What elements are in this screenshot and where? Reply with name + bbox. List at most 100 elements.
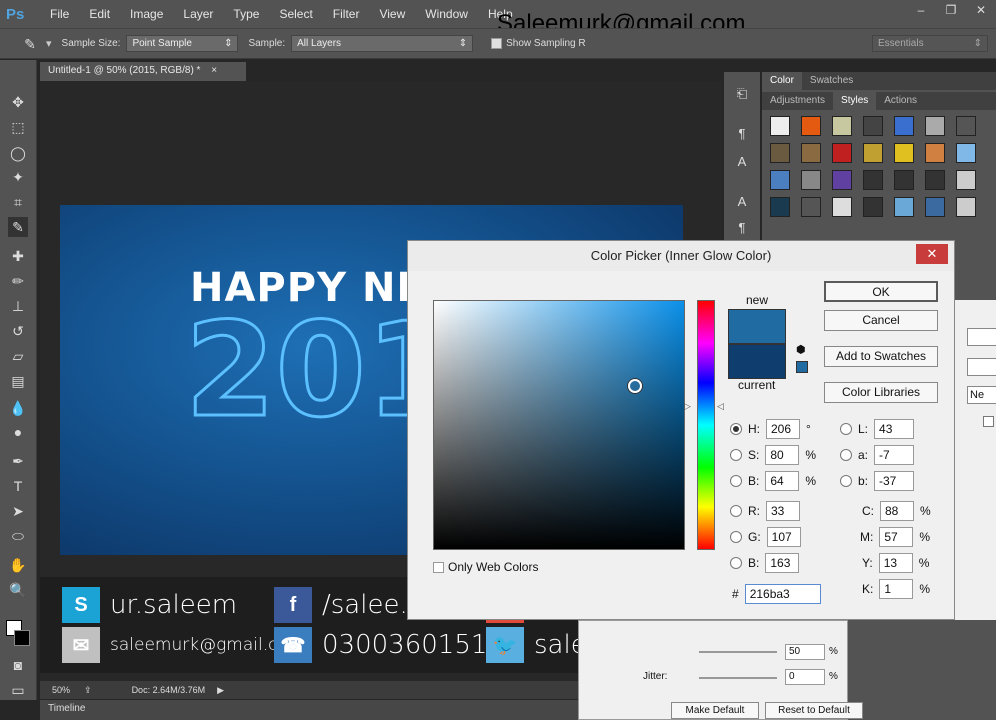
lasso-tool-icon[interactable]: ◯ — [8, 143, 28, 163]
document-tab[interactable]: Untitled-1 @ 50% (2015, RGB/8) * × — [40, 62, 246, 81]
crop-tool-icon[interactable]: ⌗ — [8, 192, 28, 212]
lab-l-radio[interactable] — [840, 423, 852, 435]
clone-stamp-icon[interactable]: ⊥ — [8, 296, 28, 316]
gamut-cube-icon[interactable]: ⬢ — [796, 343, 806, 356]
blue-field[interactable]: 163 — [765, 553, 800, 573]
pen-tool-icon[interactable]: ✒ — [8, 451, 28, 471]
preview-checkbox[interactable] — [983, 416, 994, 427]
healing-brush-icon[interactable]: ✚ — [8, 246, 28, 266]
close-tab-icon[interactable]: × — [211, 65, 217, 76]
jitter-slider[interactable] — [699, 677, 777, 679]
tab-actions[interactable]: Actions — [876, 92, 925, 110]
menu-filter[interactable]: Filter — [323, 7, 370, 21]
tab-adjustments[interactable]: Adjustments — [762, 92, 833, 110]
menu-window[interactable]: Window — [415, 7, 478, 21]
style-swatch[interactable] — [925, 116, 945, 136]
style-swatch[interactable] — [770, 197, 790, 217]
style-swatch[interactable] — [770, 143, 790, 163]
zoom-tool-icon[interactable]: 🔍 — [8, 580, 28, 600]
hue-slider[interactable] — [697, 300, 715, 550]
show-ring-toggle[interactable]: Show Sampling R — [491, 38, 586, 49]
style-swatch[interactable] — [925, 143, 945, 163]
workspace-select[interactable]: Essentials ⇕ — [872, 35, 988, 52]
hue-field[interactable]: 206 — [766, 419, 800, 439]
make-default-button[interactable]: Make Default — [671, 702, 759, 719]
lab-a-radio[interactable] — [840, 449, 852, 461]
close-icon[interactable]: ✕ — [970, 3, 992, 17]
style-swatch[interactable] — [925, 170, 945, 190]
tab-styles[interactable]: Styles — [833, 92, 877, 110]
menu-select[interactable]: Select — [269, 7, 322, 21]
eraser-tool-icon[interactable]: ▱ — [8, 346, 28, 366]
reset-default-button[interactable]: Reset to Default — [765, 702, 863, 719]
saturation-brightness-field[interactable] — [433, 300, 685, 550]
paragraph-panel-icon[interactable]: ¶ — [732, 124, 752, 144]
style-swatch[interactable] — [801, 197, 821, 217]
eyedropper-tool-icon[interactable]: ✎ — [8, 217, 28, 237]
style-swatch[interactable] — [956, 170, 976, 190]
shape-tool-icon[interactable]: ⬭ — [8, 526, 28, 546]
brightness-radio[interactable] — [730, 475, 742, 487]
restore-icon[interactable]: ❐ — [940, 3, 962, 17]
sample-size-select[interactable]: Point Sample ⇕ — [126, 35, 239, 52]
hand-tool-icon[interactable]: ✋ — [8, 555, 28, 575]
sample-select[interactable]: All Layers ⇕ — [291, 35, 474, 52]
style-swatch[interactable] — [956, 116, 976, 136]
magenta-field[interactable]: 57 — [879, 527, 914, 547]
color-sample-ring-icon[interactable] — [628, 379, 642, 393]
style-swatch[interactable] — [894, 116, 914, 136]
style-swatch[interactable] — [801, 116, 821, 136]
saturation-field[interactable]: 80 — [765, 445, 800, 465]
menu-image[interactable]: Image — [120, 7, 173, 21]
lab-b-field[interactable]: -37 — [874, 471, 915, 491]
menu-type[interactable]: Type — [223, 7, 269, 21]
ok-button[interactable]: OK — [824, 281, 938, 302]
brightness-field[interactable]: 64 — [765, 471, 800, 491]
web-safe-swatch[interactable] — [796, 361, 808, 373]
style-swatch[interactable] — [956, 197, 976, 217]
magic-wand-icon[interactable]: ✦ — [8, 167, 28, 187]
show-ring-checkbox[interactable] — [491, 38, 503, 49]
partial-button-1[interactable] — [967, 328, 996, 346]
green-field[interactable]: 107 — [766, 527, 801, 547]
minimize-icon[interactable]: – — [910, 3, 932, 17]
menu-edit[interactable]: Edit — [79, 7, 120, 21]
lab-a-field[interactable]: -7 — [874, 445, 915, 465]
green-radio[interactable] — [730, 531, 742, 543]
chevron-down-icon[interactable]: ▾ — [46, 37, 52, 50]
style-swatch[interactable] — [894, 197, 914, 217]
character-styles-icon[interactable]: A — [732, 192, 752, 212]
style-swatch[interactable] — [832, 143, 852, 163]
move-tool-icon[interactable]: ✥ — [8, 92, 28, 112]
lab-b-radio[interactable] — [840, 475, 852, 487]
add-to-swatches-button[interactable]: Add to Swatches — [824, 346, 938, 367]
style-swatch[interactable] — [956, 143, 976, 163]
red-radio[interactable] — [730, 505, 742, 517]
style-swatch[interactable] — [863, 170, 883, 190]
export-icon[interactable]: ⇪ — [84, 685, 92, 696]
menu-view[interactable]: View — [369, 7, 415, 21]
history-brush-icon[interactable]: ↺ — [8, 321, 28, 341]
cyan-field[interactable]: 88 — [880, 501, 914, 521]
quick-mask-icon[interactable]: ◙ — [8, 655, 28, 675]
partial-button-2[interactable] — [967, 358, 996, 376]
range-slider[interactable] — [699, 651, 777, 653]
type-tool-icon[interactable]: T — [8, 476, 28, 496]
gradient-tool-icon[interactable]: ▤ — [8, 371, 28, 391]
path-selection-icon[interactable]: ➤ — [8, 501, 28, 521]
menu-layer[interactable]: Layer — [173, 7, 223, 21]
range-field[interactable]: 50 — [785, 644, 825, 660]
style-swatch[interactable] — [925, 197, 945, 217]
dodge-tool-icon[interactable]: ● — [8, 422, 28, 442]
screen-mode-icon[interactable]: ▭ — [8, 680, 28, 700]
style-swatch[interactable] — [770, 170, 790, 190]
zoom-level[interactable]: 50% — [52, 685, 70, 695]
saturation-radio[interactable] — [730, 449, 742, 461]
status-menu-arrow-icon[interactable]: ▶ — [217, 685, 224, 696]
lab-l-field[interactable]: 43 — [874, 419, 915, 439]
brush-tool-icon[interactable]: ✏ — [8, 271, 28, 291]
style-swatch[interactable] — [894, 143, 914, 163]
style-swatch[interactable] — [832, 197, 852, 217]
blur-tool-icon[interactable]: 💧 — [8, 398, 28, 418]
style-swatch[interactable] — [801, 143, 821, 163]
